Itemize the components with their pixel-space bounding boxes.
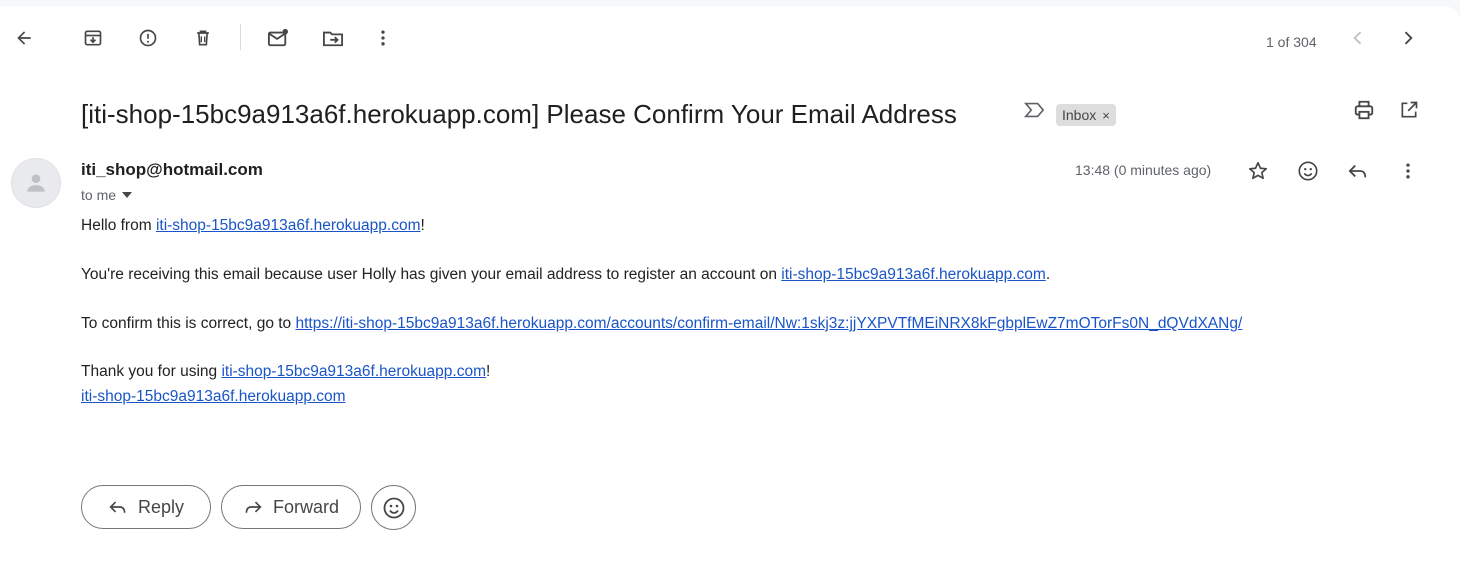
forward-button[interactable]: Forward xyxy=(221,485,361,529)
reply-label: Reply xyxy=(137,496,185,517)
pagination-count: 1 of 304 xyxy=(1266,34,1317,50)
reply-icon xyxy=(1348,164,1367,178)
body-text: ! xyxy=(420,217,425,234)
message-more-button[interactable] xyxy=(1388,151,1428,191)
site-link[interactable]: iti-shop-15bc9a913a6f.herokuapp.com xyxy=(221,363,486,380)
print-button[interactable] xyxy=(1344,90,1384,130)
next-message-button[interactable] xyxy=(1388,18,1428,58)
body-line-reason: You're receiving this email because user… xyxy=(81,266,1050,284)
inbox-label-chip: Inbox × xyxy=(1056,104,1116,126)
delete-button[interactable] xyxy=(183,18,223,58)
person-icon xyxy=(27,174,45,192)
open-in-new-icon xyxy=(1401,101,1418,118)
body-line-signature: iti-shop-15bc9a913a6f.herokuapp.com xyxy=(81,388,346,406)
chevron-left-icon xyxy=(1353,31,1362,45)
archive-icon xyxy=(84,30,102,46)
body-text: You're receiving this email because user… xyxy=(81,266,782,283)
body-line-confirm: To confirm this is correct, go to https:… xyxy=(81,315,1242,333)
star-icon xyxy=(1248,161,1268,180)
body-line-greeting: Hello from iti-shop-15bc9a913a6f.herokua… xyxy=(81,217,425,235)
emoji-icon xyxy=(383,497,404,518)
more-vertical-icon xyxy=(381,30,385,46)
more-vertical-icon xyxy=(1406,163,1410,179)
remove-label-button[interactable]: × xyxy=(1102,108,1110,123)
toolbar-divider xyxy=(240,24,241,50)
arrow-left-icon xyxy=(17,31,31,45)
site-link[interactable]: iti-shop-15bc9a913a6f.herokuapp.com xyxy=(156,217,421,234)
mark-unread-icon xyxy=(268,28,288,47)
body-text: . xyxy=(1045,266,1051,283)
report-spam-icon xyxy=(139,29,157,47)
body-text: Hello from xyxy=(81,217,156,234)
move-to-button[interactable] xyxy=(313,18,353,58)
previous-message-button[interactable] xyxy=(1338,18,1378,58)
recipient-text: to me xyxy=(81,187,117,203)
sender-avatar[interactable] xyxy=(11,158,61,208)
body-line-thanks: Thank you for using iti-shop-15bc9a913a6… xyxy=(81,363,490,381)
message-view: 1 of 304 [iti-shop-15bc9a913a6f.herokuap… xyxy=(0,6,1460,577)
more-options-button[interactable] xyxy=(363,18,403,58)
reply-button[interactable]: Reply xyxy=(81,485,211,529)
trash-icon xyxy=(197,30,209,46)
site-link[interactable]: iti-shop-15bc9a913a6f.herokuapp.com xyxy=(81,388,346,405)
email-timestamp: 13:48 (0 minutes ago) xyxy=(1075,162,1212,178)
emoji-reaction-button[interactable] xyxy=(371,485,416,530)
chevron-right-icon xyxy=(1404,31,1413,45)
forward-label: Forward xyxy=(272,496,339,517)
sender-address[interactable]: iti_shop@hotmail.com xyxy=(81,160,263,180)
recipient-details[interactable]: to me xyxy=(81,187,133,203)
archive-button[interactable] xyxy=(73,18,113,58)
add-reaction-button[interactable] xyxy=(1288,151,1328,191)
label-text: Inbox xyxy=(1062,107,1097,123)
site-link[interactable]: iti-shop-15bc9a913a6f.herokuapp.com xyxy=(781,266,1046,283)
mark-unread-button[interactable] xyxy=(258,18,298,58)
body-text: Thank you for using xyxy=(81,363,222,380)
print-icon xyxy=(1354,100,1374,120)
emoji-icon xyxy=(1298,161,1318,181)
body-text: ! xyxy=(486,363,491,380)
reply-icon xyxy=(109,501,126,513)
back-button[interactable] xyxy=(4,18,44,58)
star-button[interactable] xyxy=(1238,151,1278,191)
caret-down-icon xyxy=(122,192,133,198)
body-text: To confirm this is correct, go to xyxy=(81,315,296,332)
confirm-email-link[interactable]: https://iti-shop-15bc9a913a6f.herokuapp.… xyxy=(296,315,1243,332)
reply-icon-button[interactable] xyxy=(1338,151,1378,191)
importance-icon xyxy=(1023,102,1045,118)
forward-icon xyxy=(245,501,262,513)
importance-marker[interactable] xyxy=(1014,90,1054,130)
open-in-new-window-button[interactable] xyxy=(1389,90,1429,130)
report-spam-button[interactable] xyxy=(128,18,168,58)
move-to-folder-icon xyxy=(323,31,343,47)
email-subject: [iti-shop-15bc9a913a6f.herokuapp.com] Pl… xyxy=(81,99,957,129)
